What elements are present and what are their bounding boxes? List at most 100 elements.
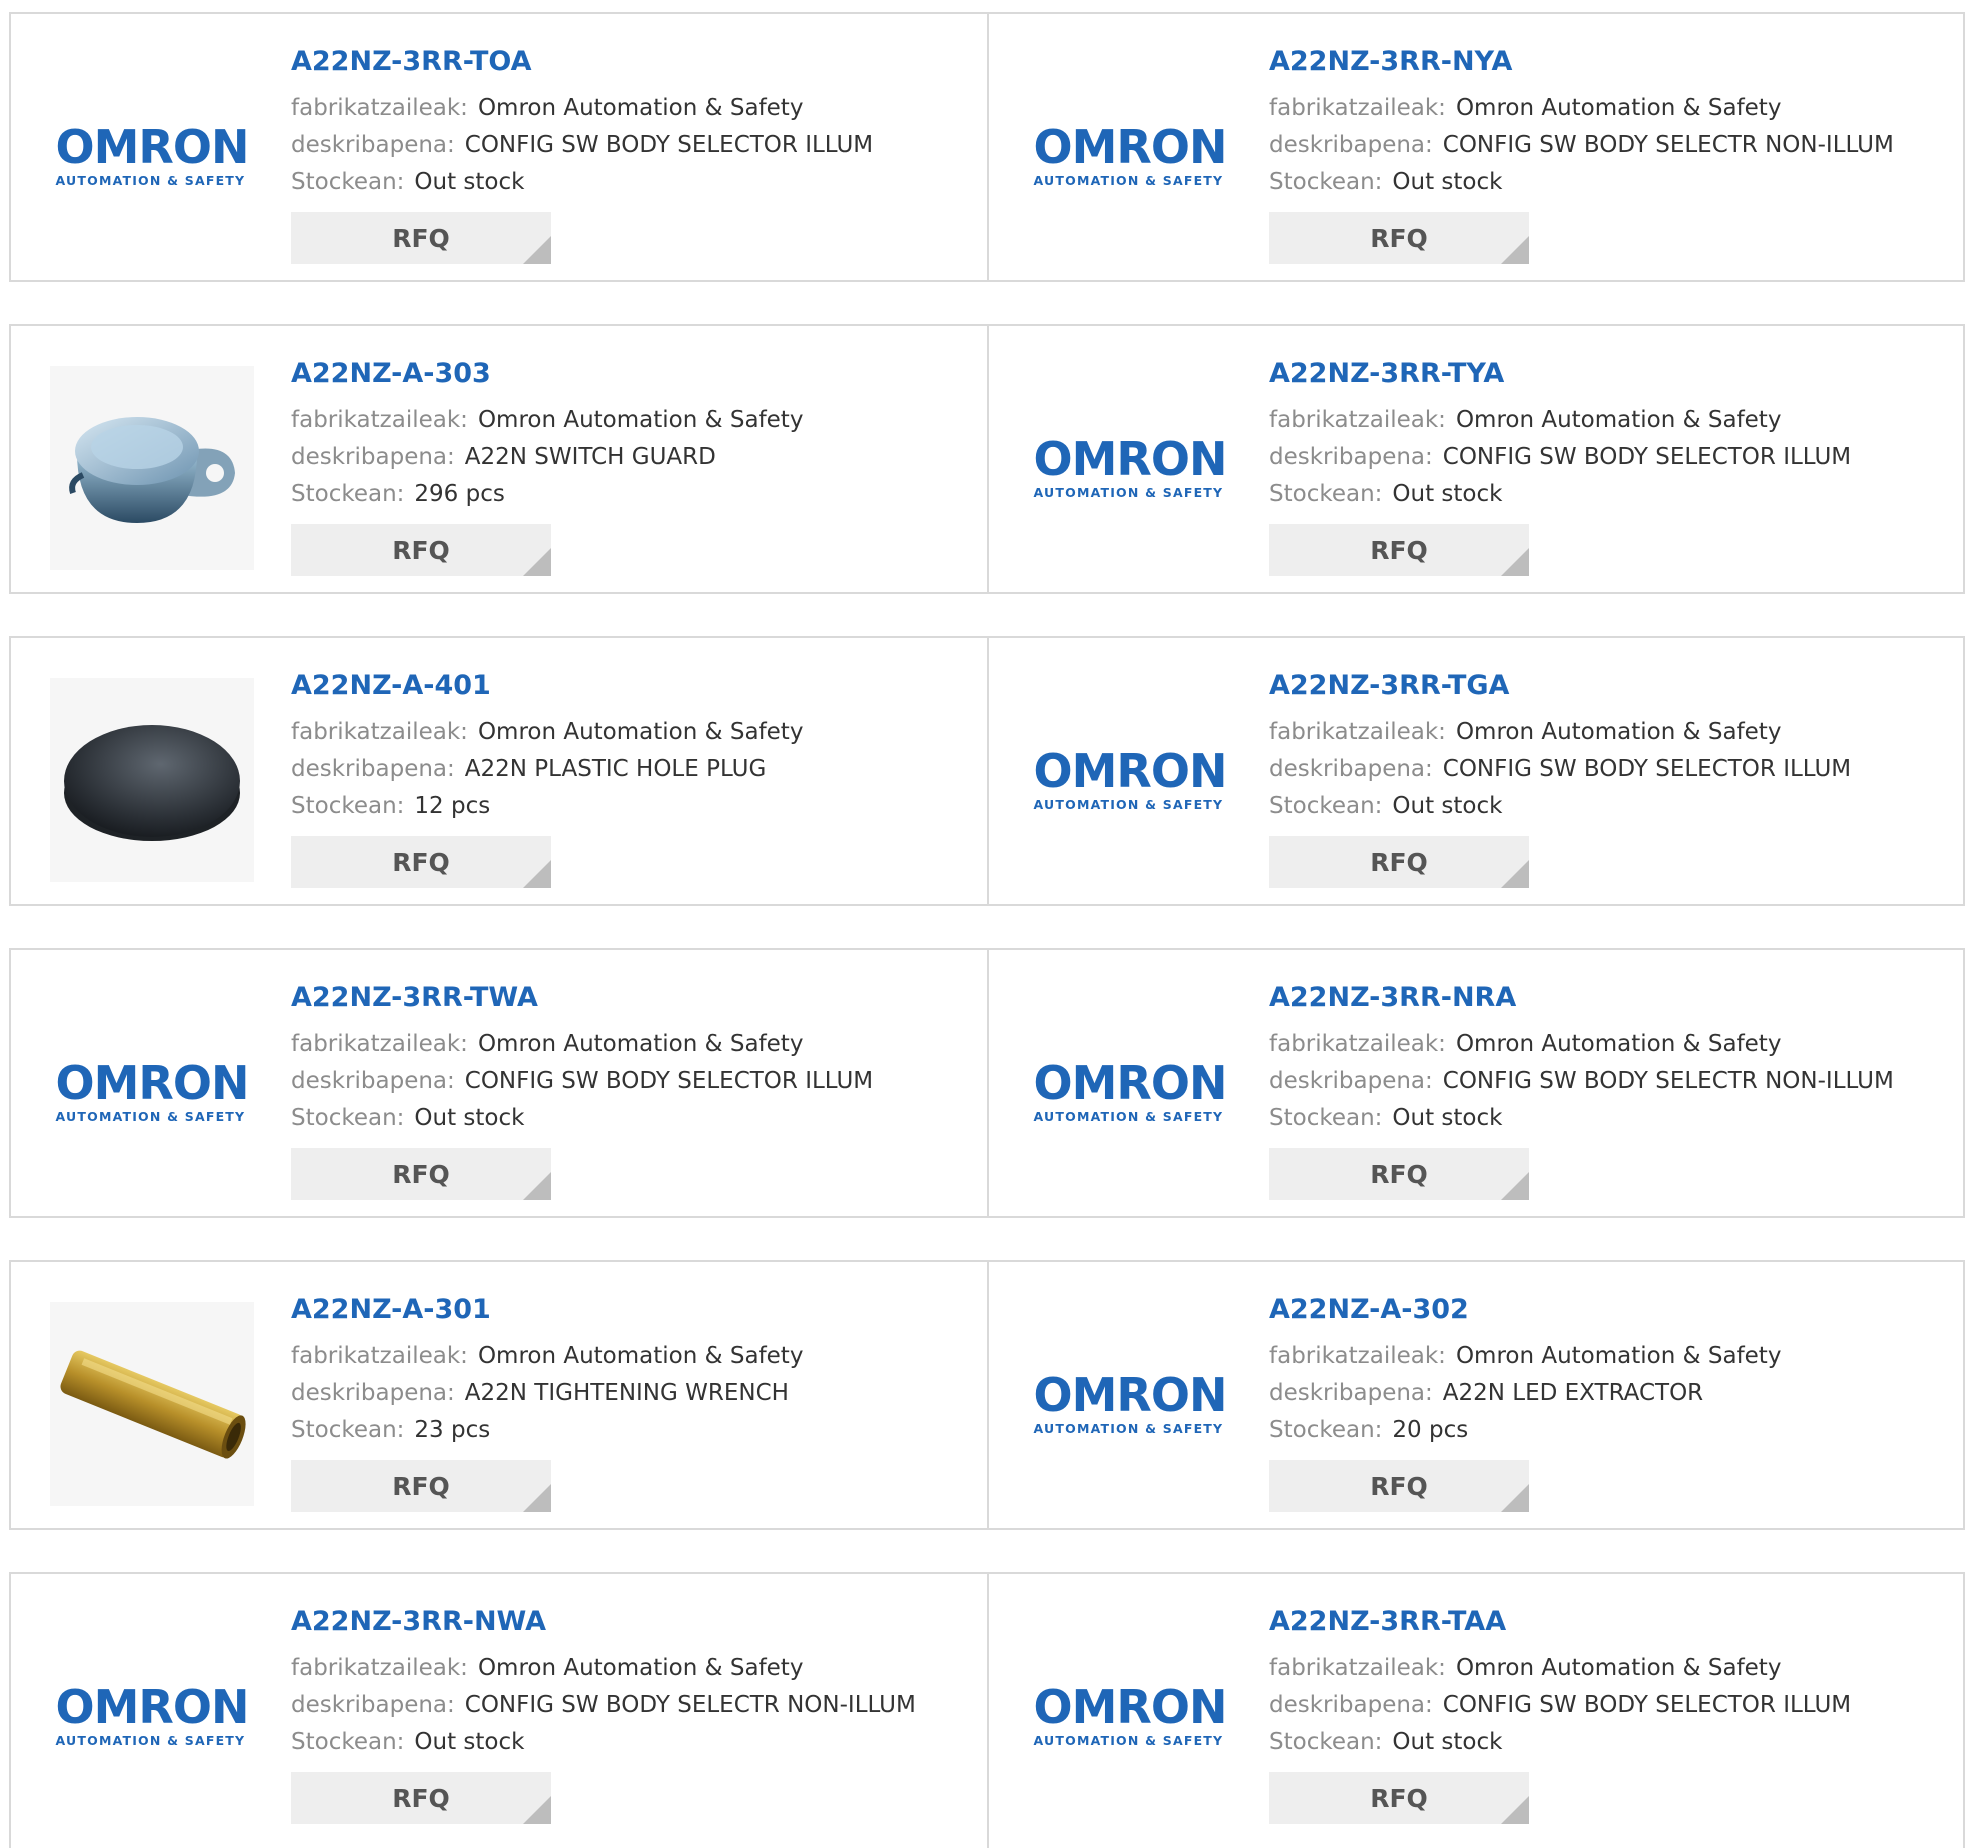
rfq-button[interactable]: RFQ (1269, 1772, 1529, 1824)
description-line: deskribapena: CONFIG SW BODY SELECTOR ILL… (1269, 1687, 1943, 1724)
product-card: OMRON AUTOMATION & SAFETY A22NZ-3RR-TGA f… (987, 638, 1963, 904)
part-number-link[interactable]: A22NZ-3RR-NWA (291, 1604, 967, 1640)
corner-triangle-icon (523, 548, 551, 576)
stock-label: Stockean: (1269, 793, 1383, 819)
rfq-label: RFQ (1370, 1471, 1428, 1501)
part-number-link[interactable]: A22NZ-A-302 (1269, 1292, 1943, 1328)
description-line: deskribapena: A22N SWITCH GUARD (291, 439, 967, 476)
omron-logo-sub: AUTOMATION & SAFETY (55, 173, 246, 188)
manufacturer-line: fabrikatzaileak: Omron Automation & Safet… (1269, 1338, 1943, 1375)
corner-triangle-icon (1501, 1796, 1529, 1824)
description-value: A22N TIGHTENING WRENCH (464, 1380, 789, 1406)
part-number-link[interactable]: A22NZ-3RR-TYA (1269, 356, 1943, 392)
description-value: CONFIG SW BODY SELECTOR ILLUM (1442, 1692, 1852, 1718)
description-value: A22N LED EXTRACTOR (1442, 1380, 1704, 1406)
manufacturer-label: fabrikatzaileak: (291, 1655, 468, 1681)
corner-triangle-icon (1501, 236, 1529, 264)
product-image[interactable]: OMRON AUTOMATION & SAFETY (50, 990, 254, 1194)
product-image[interactable]: OMRON AUTOMATION & SAFETY (1028, 1614, 1232, 1818)
rfq-label: RFQ (392, 223, 450, 253)
product-image[interactable]: OMRON AUTOMATION & SAFETY (1028, 1302, 1232, 1506)
description-value: CONFIG SW BODY SELECTOR ILLUM (1442, 444, 1852, 470)
omron-logo: OMRON AUTOMATION & SAFETY (1034, 436, 1228, 500)
product-image[interactable] (50, 1302, 254, 1506)
stock-line: Stockean: Out stock (291, 1100, 967, 1137)
rfq-label: RFQ (1370, 223, 1428, 253)
description-value: CONFIG SW BODY SELECTR NON-ILLUM (1442, 132, 1894, 158)
manufacturer-value: Omron Automation & Safety (1455, 407, 1782, 433)
omron-logo-word: OMRON (55, 120, 250, 174)
rfq-button[interactable]: RFQ (291, 524, 551, 576)
corner-triangle-icon (523, 1484, 551, 1512)
manufacturer-value: Omron Automation & Safety (477, 719, 804, 745)
omron-logo-sub: AUTOMATION & SAFETY (1033, 797, 1224, 812)
stock-label: Stockean: (1269, 1105, 1383, 1131)
manufacturer-label: fabrikatzaileak: (1269, 719, 1446, 745)
manufacturer-value: Omron Automation & Safety (477, 1655, 804, 1681)
rfq-label: RFQ (1370, 847, 1428, 877)
product-info: A22NZ-A-303 fabrikatzaileak: Omron Automa… (291, 356, 967, 513)
manufacturer-line: fabrikatzaileak: Omron Automation & Safet… (291, 90, 967, 127)
rfq-button[interactable]: RFQ (1269, 524, 1529, 576)
manufacturer-label: fabrikatzaileak: (1269, 1343, 1446, 1369)
product-info: A22NZ-3RR-NRA fabrikatzaileak: Omron Auto… (1269, 980, 1943, 1137)
product-image[interactable] (50, 366, 254, 570)
omron-logo: OMRON AUTOMATION & SAFETY (1033, 748, 1228, 812)
manufacturer-label: fabrikatzaileak: (291, 1343, 468, 1369)
omron-logo-sub: AUTOMATION & SAFETY (1033, 1109, 1224, 1124)
part-number-link[interactable]: A22NZ-A-303 (291, 356, 967, 392)
rfq-button[interactable]: RFQ (1269, 836, 1529, 888)
rfq-label: RFQ (1370, 1783, 1428, 1813)
rfq-button[interactable]: RFQ (291, 1772, 551, 1824)
stock-label: Stockean: (291, 481, 405, 507)
product-image[interactable]: OMRON AUTOMATION & SAFETY (50, 54, 254, 258)
description-value: CONFIG SW BODY SELECTR NON-ILLUM (464, 1692, 916, 1718)
description-label: deskribapena: (1269, 1380, 1433, 1406)
description-label: deskribapena: (1269, 1068, 1433, 1094)
part-number-link[interactable]: A22NZ-A-301 (291, 1292, 967, 1328)
part-number-link[interactable]: A22NZ-3RR-TWA (291, 980, 967, 1016)
rfq-button[interactable]: RFQ (1269, 212, 1529, 264)
stock-value: Out stock (1392, 793, 1503, 819)
description-label: deskribapena: (291, 1692, 455, 1718)
manufacturer-line: fabrikatzaileak: Omron Automation & Safet… (291, 1650, 967, 1687)
product-image[interactable]: OMRON AUTOMATION & SAFETY (1028, 366, 1232, 570)
rfq-button[interactable]: RFQ (1269, 1148, 1529, 1200)
product-image[interactable] (50, 678, 254, 882)
stock-line: Stockean: Out stock (1269, 788, 1943, 825)
description-line: deskribapena: A22N TIGHTENING WRENCH (291, 1375, 967, 1412)
manufacturer-line: fabrikatzaileak: Omron Automation & Safet… (291, 402, 967, 439)
description-line: deskribapena: CONFIG SW BODY SELECTOR ILL… (291, 1063, 967, 1100)
product-card: OMRON AUTOMATION & SAFETY A22NZ-3RR-TAA f… (987, 1574, 1963, 1848)
product-card: OMRON AUTOMATION & SAFETY A22NZ-3RR-NYA f… (987, 14, 1963, 280)
part-number-link[interactable]: A22NZ-3RR-TAA (1269, 1604, 1943, 1640)
part-number-link[interactable]: A22NZ-3RR-TGA (1269, 668, 1943, 704)
description-label: deskribapena: (291, 132, 455, 158)
stock-value: Out stock (1392, 1729, 1503, 1755)
stock-value: Out stock (1392, 1105, 1503, 1131)
rfq-button[interactable]: RFQ (291, 836, 551, 888)
part-number-link[interactable]: A22NZ-A-401 (291, 668, 967, 704)
manufacturer-value: Omron Automation & Safety (477, 95, 804, 121)
product-image[interactable]: OMRON AUTOMATION & SAFETY (50, 1614, 254, 1818)
omron-logo-word: OMRON (55, 1680, 250, 1734)
product-info: A22NZ-3RR-TAA fabrikatzaileak: Omron Auto… (1269, 1604, 1943, 1761)
description-label: deskribapena: (291, 1380, 455, 1406)
omron-logo-sub: AUTOMATION & SAFETY (1033, 1733, 1224, 1748)
description-label: deskribapena: (1269, 132, 1433, 158)
rfq-button[interactable]: RFQ (291, 1460, 551, 1512)
rfq-button[interactable]: RFQ (1269, 1460, 1529, 1512)
product-image[interactable]: OMRON AUTOMATION & SAFETY (1028, 678, 1232, 882)
stock-value: 23 pcs (414, 1417, 491, 1443)
part-number-link[interactable]: A22NZ-3RR-NRA (1269, 980, 1943, 1016)
part-number-link[interactable]: A22NZ-3RR-NYA (1269, 44, 1943, 80)
product-card: OMRON AUTOMATION & SAFETY A22NZ-3RR-TWA f… (11, 950, 987, 1216)
rfq-button[interactable]: RFQ (291, 1148, 551, 1200)
part-number-link[interactable]: A22NZ-3RR-TOA (291, 44, 967, 80)
rfq-button[interactable]: RFQ (291, 212, 551, 264)
product-info: A22NZ-A-301 fabrikatzaileak: Omron Automa… (291, 1292, 967, 1449)
product-row: A22NZ-A-301 fabrikatzaileak: Omron Automa… (9, 1260, 1965, 1530)
stock-value: Out stock (414, 1105, 525, 1131)
product-image[interactable]: OMRON AUTOMATION & SAFETY (1028, 54, 1232, 258)
product-image[interactable]: OMRON AUTOMATION & SAFETY (1028, 990, 1232, 1194)
